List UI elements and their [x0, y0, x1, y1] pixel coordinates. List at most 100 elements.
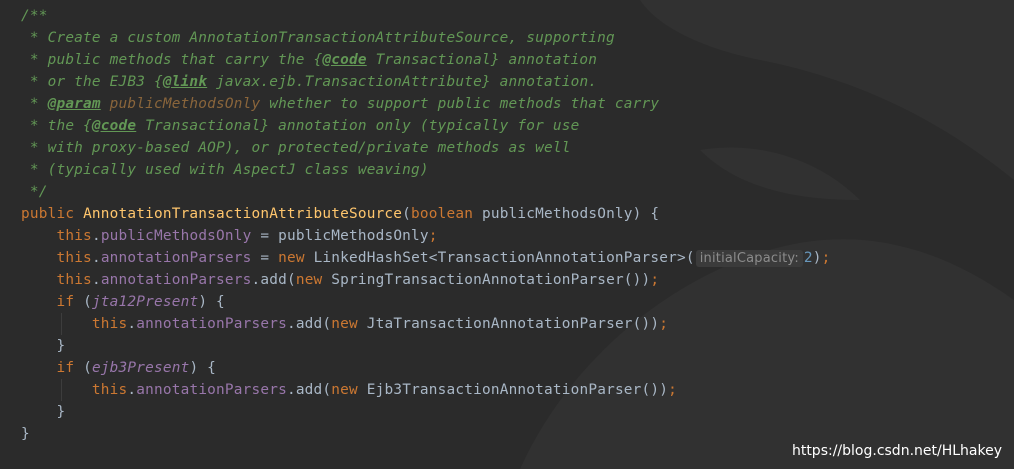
code-token: javax.ejb.TransactionAttribute} annotati…	[207, 74, 598, 90]
code-token: AnnotationTransactionAttributeSource	[83, 206, 403, 222]
code-token: }	[21, 338, 66, 354]
code-token: (	[83, 360, 92, 376]
code-token: Transactional} annotation only (typicall…	[136, 118, 580, 134]
code-token: public	[21, 206, 84, 222]
code-token: this	[56, 272, 92, 288]
code-token: *	[21, 96, 48, 112]
code-line[interactable]: * Create a custom AnnotationTransactionA…	[21, 27, 831, 49]
code-token: ;	[428, 228, 438, 244]
code-token: * or the EJB3 {	[21, 74, 163, 90]
code-token: this	[56, 250, 92, 266]
code-line[interactable]: }	[21, 423, 831, 445]
code-line[interactable]: * or the EJB3 {@link javax.ejb.Transacti…	[21, 71, 831, 93]
code-token: LinkedHashSet<TransactionAnnotationParse…	[313, 250, 695, 266]
code-token: publicMethodsOnly	[100, 228, 252, 244]
code-token: 2	[803, 250, 813, 266]
code-token: annotationParsers	[100, 272, 252, 288]
code-line[interactable]: this.publicMethodsOnly = publicMethodsOn…	[21, 225, 831, 247]
code-token: }	[21, 404, 66, 420]
code-token: this	[91, 382, 128, 398]
code-token: * Create a custom AnnotationTransactionA…	[21, 30, 615, 46]
code-token: jta12Present	[91, 294, 199, 310]
code-token: = publicMethodsOnly	[251, 228, 429, 244]
code-token: ) {	[198, 294, 225, 310]
code-line[interactable]: * public methods that carry the {@code T…	[21, 49, 831, 71]
code-token: ;	[659, 316, 669, 332]
code-line[interactable]: this.annotationParsers.add(new JtaTransa…	[21, 313, 831, 335]
code-token: if	[56, 294, 84, 310]
code-line[interactable]: }	[21, 335, 831, 357]
code-line[interactable]: */	[21, 181, 831, 203]
code-token: ejb3Present	[91, 360, 190, 376]
code-line[interactable]: if (jta12Present) {	[21, 291, 831, 313]
code-token: publicMethodsOnly	[109, 96, 261, 112]
code-line[interactable]: * the {@code Transactional} annotation o…	[21, 115, 831, 137]
indent-guide	[61, 313, 62, 335]
code-token: ) {	[189, 360, 217, 376]
code-token: annotationParsers	[136, 382, 287, 398]
code-token: JtaTransactionAnnotationParser())	[366, 316, 660, 332]
code-token: @code	[91, 118, 137, 134]
code-line[interactable]: this.annotationParsers.add(new Ejb3Trans…	[21, 379, 831, 401]
code-token: publicMethodsOnly) {	[481, 206, 660, 222]
code-token: .add(	[286, 382, 332, 398]
code-line[interactable]: this.annotationParsers.add(new SpringTra…	[21, 269, 831, 291]
code-token: new	[331, 316, 367, 332]
code-token: boolean	[411, 206, 482, 222]
code-token: annotationParsers	[100, 250, 252, 266]
code-token: this	[56, 228, 92, 244]
code-token: .	[127, 382, 137, 398]
code-token: * (typically used with AspectJ class wea…	[21, 162, 429, 178]
code-line[interactable]: if (ejb3Present) {	[21, 357, 831, 379]
code-token: SpringTransactionAnnotationParser())	[331, 272, 651, 288]
code-token: ;	[650, 272, 660, 288]
code-line[interactable]: /**	[21, 5, 831, 27]
code-token: )	[812, 250, 822, 266]
code-line[interactable]: this.annotationParsers = new LinkedHashS…	[21, 247, 831, 269]
code-token: * with proxy-based AOP), or protected/pr…	[21, 140, 571, 156]
code-token: */	[21, 184, 48, 200]
code-token: ;	[668, 382, 677, 398]
code-line[interactable]: * with proxy-based AOP), or protected/pr…	[21, 137, 831, 159]
indent-guide	[61, 379, 62, 401]
code-token: @link	[162, 74, 208, 90]
watermark-text: https://blog.csdn.net/HLhakey	[791, 443, 1002, 459]
code-token: .	[91, 228, 101, 244]
code-token: =	[251, 250, 279, 266]
code-line[interactable]: public AnnotationTransactionAttributeSou…	[21, 203, 831, 225]
code-token: .	[91, 250, 101, 266]
code-token: new	[278, 250, 314, 266]
code-token: whether to support public methods that c…	[260, 96, 660, 112]
code-token: .	[127, 316, 137, 332]
code-token: (	[83, 294, 92, 310]
code-line[interactable]: * @param publicMethodsOnly whether to su…	[21, 93, 831, 115]
code-editor[interactable]: /** * Create a custom AnnotationTransact…	[21, 5, 831, 445]
code-token: .add(	[251, 272, 296, 288]
code-token: new	[331, 382, 367, 398]
code-token: * the {	[21, 118, 92, 134]
code-token: .	[91, 272, 101, 288]
code-token: annotationParsers	[136, 316, 287, 332]
code-line[interactable]: * (typically used with AspectJ class wea…	[21, 159, 831, 181]
code-token: if	[56, 360, 84, 376]
code-token: (	[402, 206, 412, 222]
code-token: * public methods that carry the {	[21, 52, 323, 68]
code-token: /**	[21, 8, 48, 24]
code-token: new	[295, 272, 332, 288]
code-token: @param	[47, 96, 101, 112]
parameter-hint: initialCapacity:	[695, 250, 803, 267]
code-token: this	[91, 316, 128, 332]
code-token: Transactional} annotation	[366, 52, 598, 68]
code-line[interactable]: }	[21, 401, 831, 423]
code-token: Ejb3TransactionAnnotationParser())	[366, 382, 669, 398]
code-token: @code	[322, 52, 367, 68]
code-token: }	[21, 426, 30, 442]
